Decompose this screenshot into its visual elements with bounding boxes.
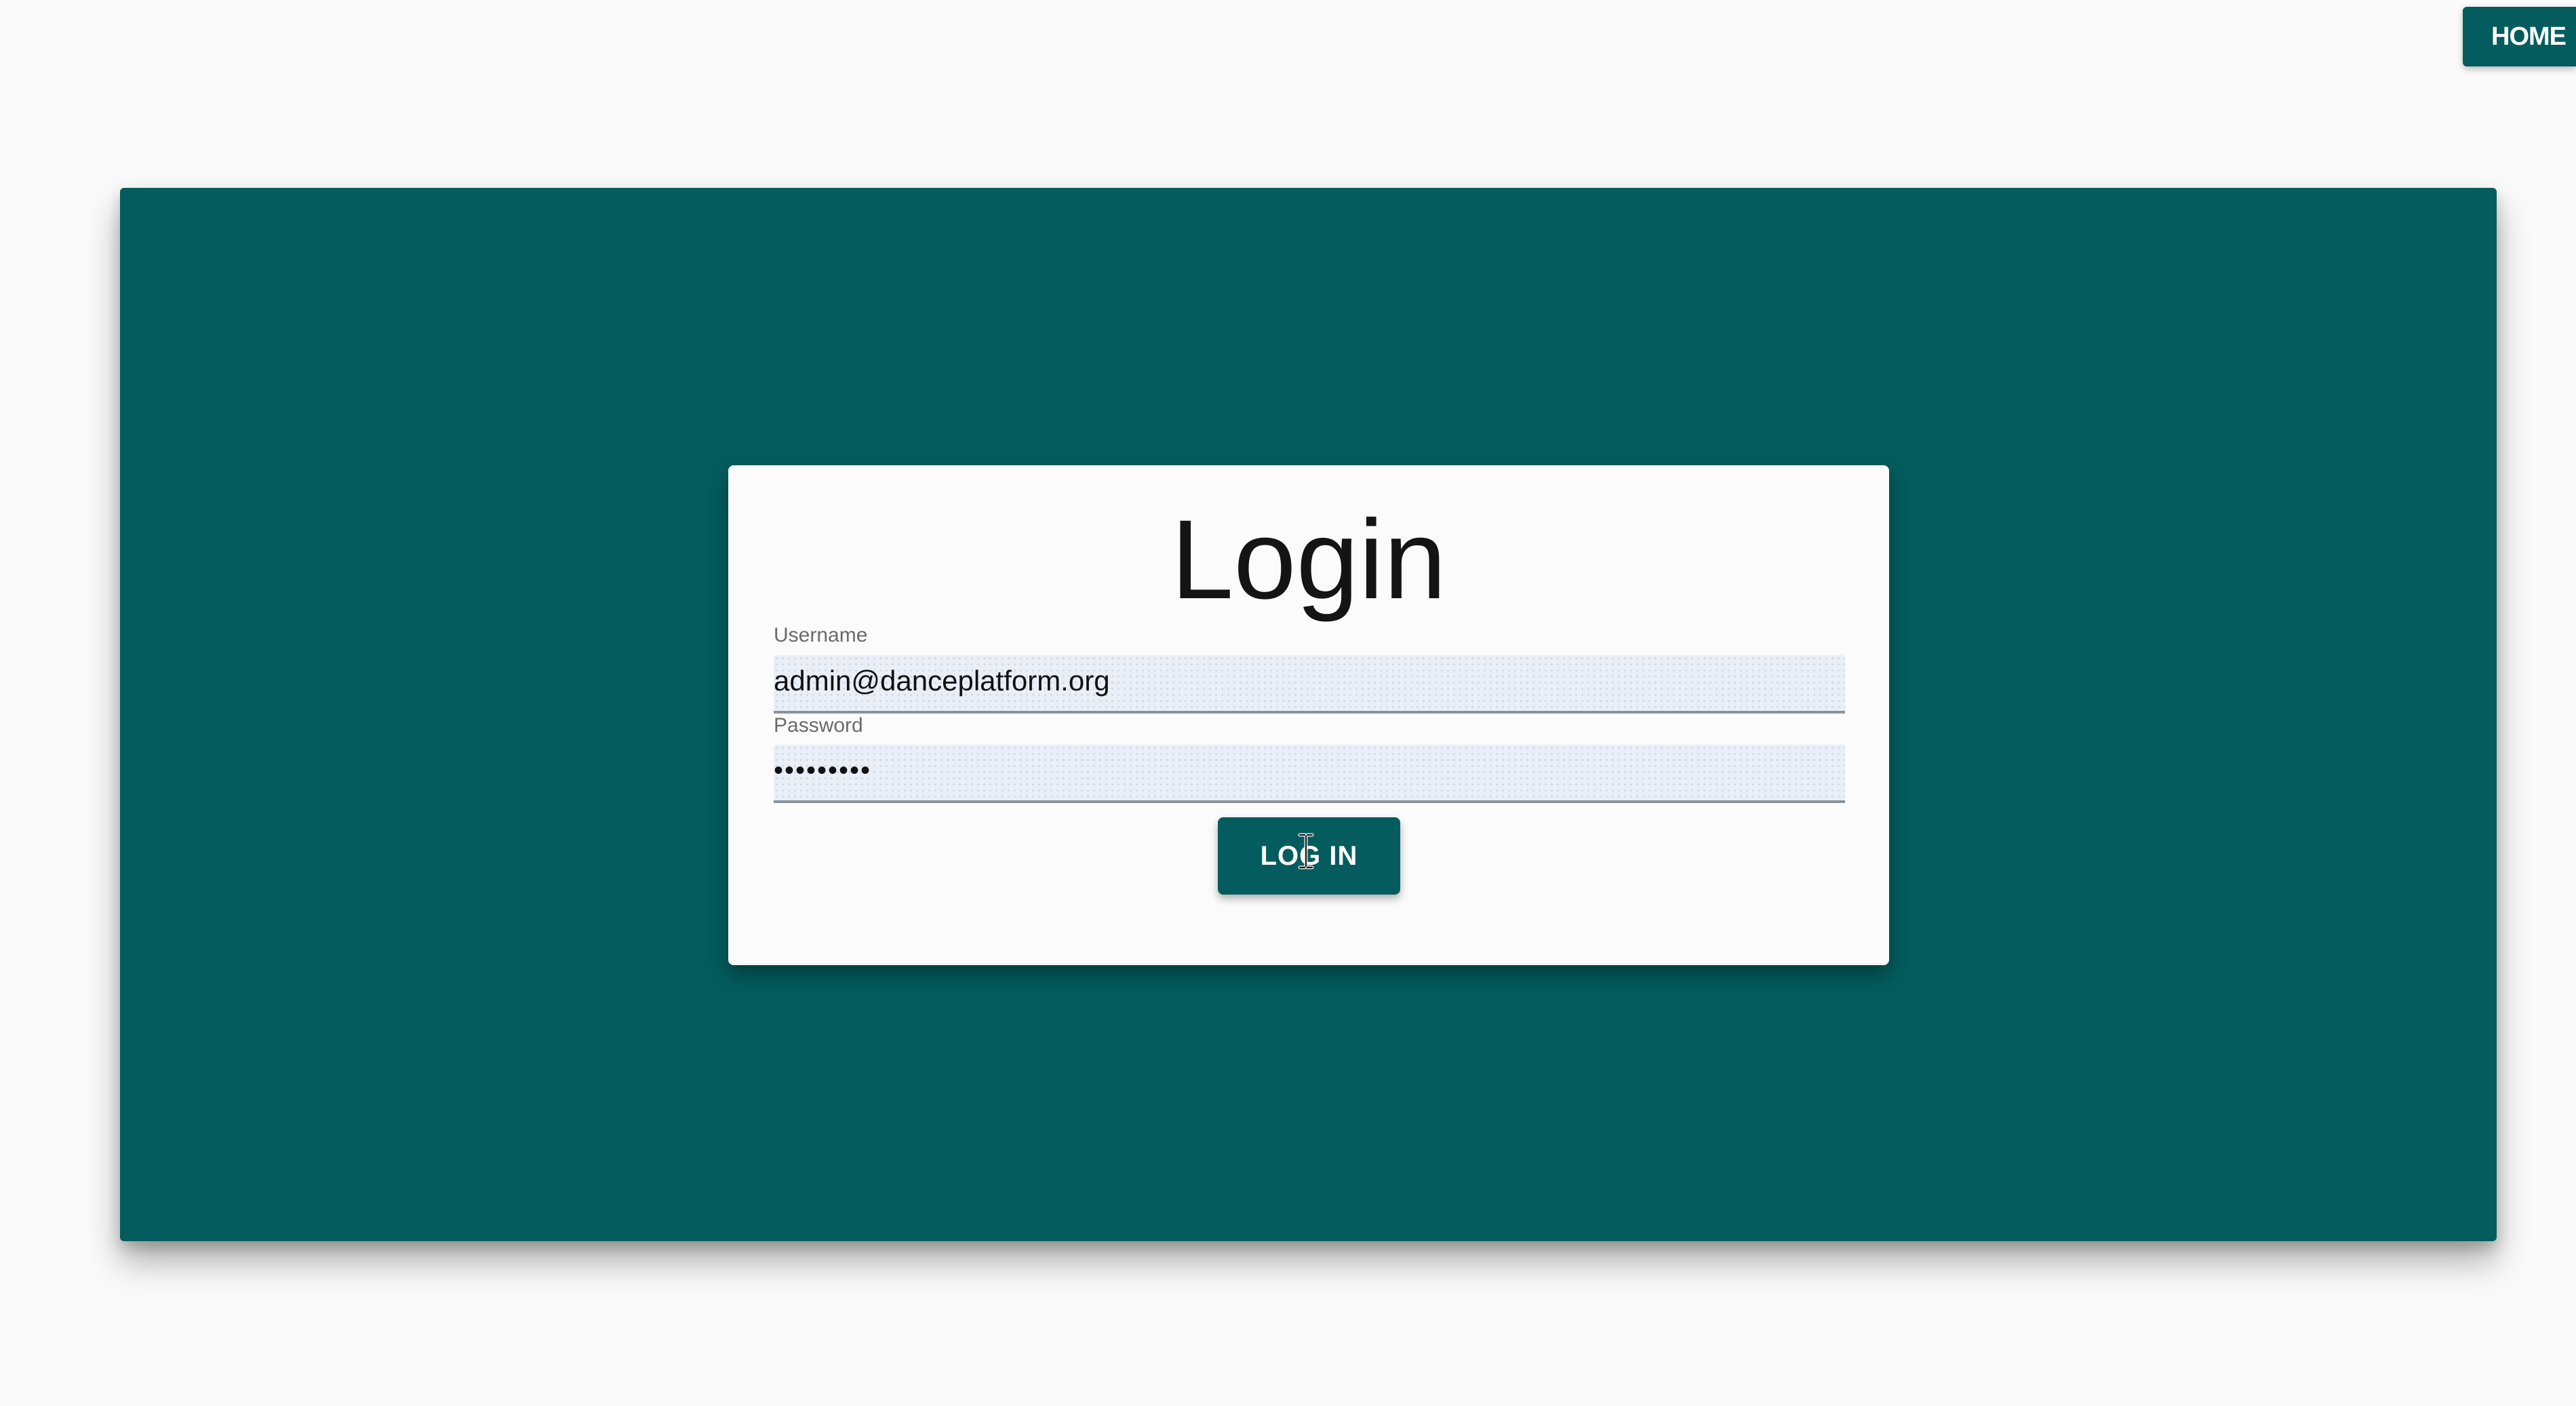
username-input[interactable] [774, 655, 1845, 714]
login-card: Login Username Password LOG IN [728, 465, 1889, 965]
username-label: Username [774, 624, 868, 646]
login-page: HOME Login Username Password LOG IN [0, 0, 2576, 1406]
password-label: Password [774, 714, 863, 737]
login-button[interactable]: LOG IN [1218, 817, 1400, 895]
login-title: Login [1170, 497, 1447, 623]
password-input[interactable] [774, 745, 1845, 803]
home-button[interactable]: HOME [2463, 7, 2576, 66]
